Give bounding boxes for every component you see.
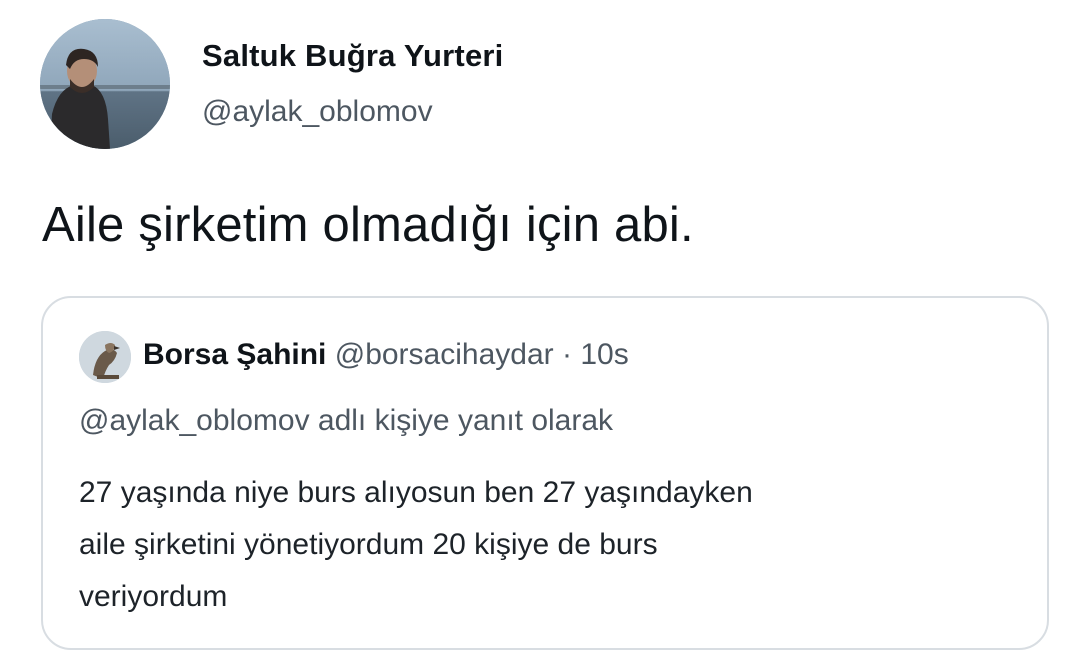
- quoted-author-handle[interactable]: @borsacihaydar: [335, 338, 554, 371]
- quoted-tweet-timestamp[interactable]: 10s: [580, 338, 628, 371]
- tweet[interactable]: Saltuk Buğra Yurteri @aylak_oblomov Aile…: [0, 0, 1080, 661]
- quoted-author-name[interactable]: Borsa Şahini: [143, 338, 326, 371]
- tweet-text: Aile şirketim olmadığı için abi.: [42, 198, 694, 252]
- author-avatar[interactable]: [40, 19, 170, 149]
- quoted-tweet-header: Borsa Şahini @borsacihaydar · 10s: [143, 338, 629, 372]
- quoted-author-avatar[interactable]: [79, 331, 131, 383]
- quoted-tweet-line: 27 yaşında niye burs alıyosun ben 27 yaş…: [79, 476, 753, 509]
- header-separator: ·: [561, 338, 572, 371]
- author-handle[interactable]: @aylak_oblomov: [202, 95, 433, 129]
- reply-context: @aylak_oblomov adlı kişiye yanıt olarak: [79, 404, 614, 437]
- quoted-tweet-line: veriyordum: [79, 580, 228, 613]
- profile-photo-icon: [40, 19, 170, 149]
- quoted-tweet-text: 27 yaşında niye burs alıyosun ben 27 yaş…: [79, 467, 979, 623]
- hawk-photo-icon: [79, 331, 131, 383]
- author-name[interactable]: Saltuk Buğra Yurteri: [202, 38, 503, 74]
- quoted-tweet-line: aile şirketini yönetiyordum 20 kişiye de…: [79, 528, 658, 561]
